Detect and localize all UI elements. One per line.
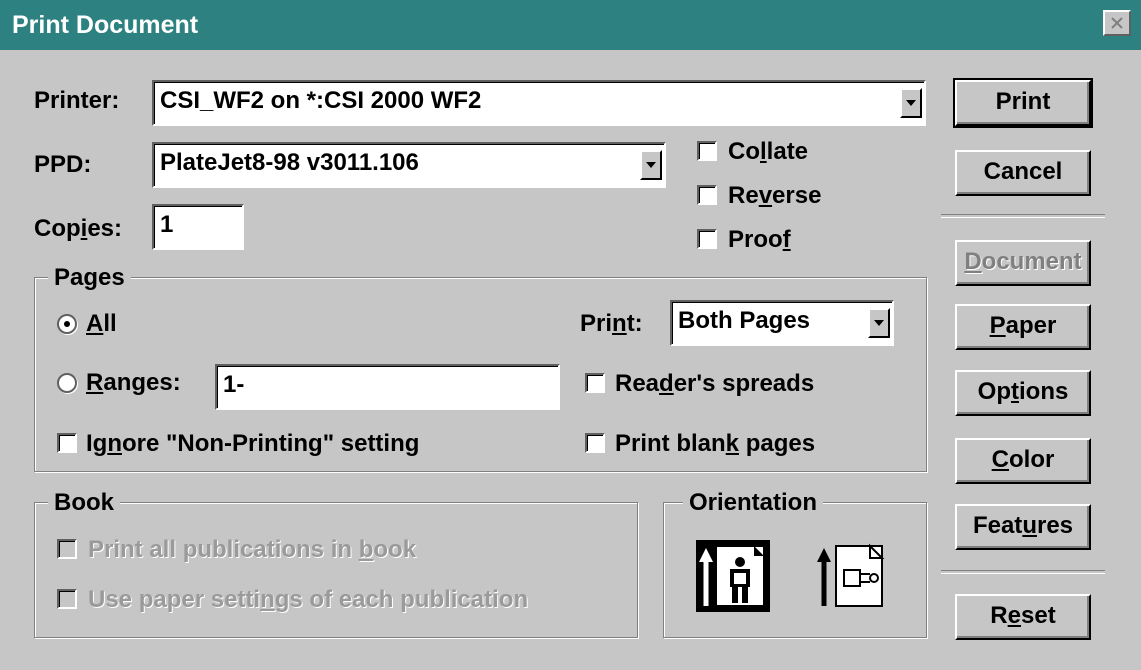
print-pages-value: Both Pages [678,307,811,334]
close-button[interactable] [1103,10,1131,36]
print-pages-select[interactable]: Both Pages [670,300,894,346]
button-separator [941,570,1105,574]
use-paper-settings-checkbox[interactable] [57,589,77,609]
button-separator [941,214,1105,218]
printer-select[interactable]: CSI_WF2 on *:CSI 2000 WF2 [152,80,926,126]
readers-spreads-checkbox[interactable] [585,373,605,393]
print-blank-pages-label: Print blank pages [615,430,816,457]
collate-checkbox[interactable] [697,141,717,161]
proof-checkbox[interactable] [697,229,717,249]
print-pages-dropdown-button[interactable] [868,308,890,338]
landscape-orientation-icon[interactable] [812,540,886,612]
copies-input[interactable]: 1 [152,204,244,250]
features-button[interactable]: Features [955,504,1091,550]
options-button[interactable]: Options [955,370,1091,416]
window-title: Print Document [12,11,199,39]
reverse-label: Reverse [728,182,822,209]
print-button[interactable]: Print [953,78,1093,128]
paper-button[interactable]: Paper [955,304,1091,350]
all-pages-radio[interactable] [57,314,77,334]
portrait-orientation-icon-svg [696,540,770,612]
printer-label: Printer: [34,87,120,114]
close-icon [1111,17,1123,29]
chevron-down-icon [646,162,656,168]
color-button[interactable]: Color [955,438,1091,484]
ranges-label: Ranges: [86,369,181,396]
proof-label: Proof [728,226,791,253]
all-pages-label: All [86,310,117,337]
ranges-input[interactable]: 1- [215,364,560,410]
chevron-down-icon [874,320,884,326]
ignore-nonprinting-label: Ignore "Non-Printing" setting [86,430,420,457]
ignore-nonprinting-checkbox[interactable] [57,433,77,453]
portrait-orientation-icon[interactable] [696,540,770,612]
orientation-group-label: Orientation [683,489,824,517]
use-paper-settings-label: Use paper settings of each publication [88,586,529,613]
print-all-publications-checkbox[interactable] [57,539,77,559]
copies-value: 1 [160,211,174,238]
chevron-down-icon [906,100,916,106]
document-button[interactable]: Document [955,240,1091,286]
ranges-radio[interactable] [57,373,77,393]
printer-value: CSI_WF2 on *:CSI 2000 WF2 [160,87,482,114]
book-group [34,502,638,638]
cancel-button[interactable]: Cancel [955,150,1091,196]
book-group-label: Book [48,489,120,517]
print-all-publications-label: Print all publications in book [88,536,417,563]
readers-spreads-label: Reader's spreads [615,370,815,397]
landscape-orientation-icon-svg [812,540,886,612]
ppd-value: PlateJet8-98 v3011.106 [160,149,419,176]
print-pages-label: Print: [580,310,643,337]
print-blank-pages-checkbox[interactable] [585,433,605,453]
printer-dropdown-button[interactable] [900,88,922,118]
ppd-select[interactable]: PlateJet8-98 v3011.106 [152,142,666,188]
pages-group-label: Pages [48,264,131,292]
copies-label: Copies: [34,215,123,242]
ranges-value: 1- [223,371,245,398]
collate-label: Collate [728,138,809,165]
ppd-dropdown-button[interactable] [640,150,662,180]
reset-button[interactable]: Reset [955,594,1091,640]
reverse-checkbox[interactable] [697,185,717,205]
ppd-label: PPD: [34,151,92,178]
radio-selected-dot [64,321,70,327]
